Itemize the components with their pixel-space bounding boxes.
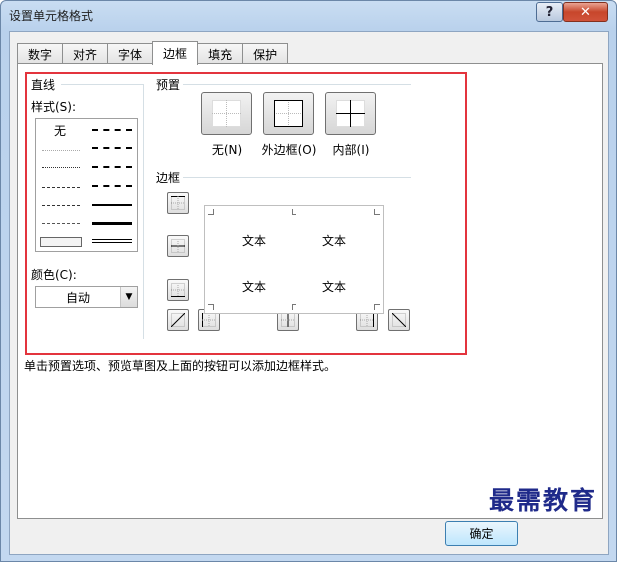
line-style-medium-dash-dot[interactable] xyxy=(92,166,132,168)
preview-text: 文本 xyxy=(322,234,347,248)
preset-inside-icon xyxy=(336,100,365,127)
line-style-hair[interactable] xyxy=(42,150,80,151)
preset-inside-label: 内部(I) xyxy=(332,143,370,157)
border-top-button[interactable] xyxy=(167,192,189,214)
tab-font[interactable]: 字体 xyxy=(107,43,154,64)
line-style-list[interactable]: 无 xyxy=(35,118,138,252)
border-middle-horizontal-button[interactable] xyxy=(167,235,189,257)
border-preview[interactable]: 文本 文本 文本 文本 xyxy=(204,205,384,314)
tab-protection[interactable]: 保护 xyxy=(242,43,289,64)
line-style-selected-thin[interactable] xyxy=(40,237,82,247)
group-divider xyxy=(61,84,143,85)
preset-outline-button[interactable] xyxy=(263,92,314,135)
border-diagonal-up-button[interactable] xyxy=(167,309,189,331)
preview-corner-mark xyxy=(208,304,214,310)
preview-text: 文本 xyxy=(242,234,267,248)
preview-corner-mark xyxy=(292,209,296,215)
close-button[interactable]: ✕ xyxy=(563,2,608,22)
line-color-value: 自动 xyxy=(65,290,90,305)
style-label: 样式(S): xyxy=(31,100,77,114)
help-button[interactable]: ? xyxy=(536,2,563,22)
group-divider xyxy=(143,84,144,339)
border-group-label: 边框 xyxy=(156,171,181,185)
line-style-dotted[interactable] xyxy=(42,167,80,168)
line-style-dash-dot-dot[interactable] xyxy=(42,187,80,188)
border-bottom-button[interactable] xyxy=(167,279,189,301)
dropdown-arrow-icon[interactable]: ▼ xyxy=(120,287,137,307)
preview-text: 文本 xyxy=(322,280,347,294)
tab-border[interactable]: 边框 xyxy=(152,41,199,65)
border-right-icon xyxy=(360,313,374,327)
line-group-label: 直线 xyxy=(31,78,56,92)
border-diagonal-down-button[interactable] xyxy=(388,309,410,331)
tab-alignment[interactable]: 对齐 xyxy=(62,43,109,64)
border-top-icon xyxy=(171,196,185,210)
preset-inside-button[interactable] xyxy=(325,92,376,135)
preview-corner-mark xyxy=(374,304,380,310)
preview-corner-mark xyxy=(208,209,214,215)
preset-outline-icon xyxy=(274,100,303,127)
line-style-thick[interactable] xyxy=(92,222,132,225)
line-style-dash-dot[interactable] xyxy=(42,205,80,206)
color-label: 颜色(C): xyxy=(31,268,77,282)
border-inside-vertical-icon xyxy=(281,313,295,327)
watermark-logo: 最需教育 xyxy=(489,486,598,515)
line-color-select[interactable]: 自动 ▼ xyxy=(35,286,138,308)
preset-none-button[interactable] xyxy=(201,92,252,135)
border-tab-panel: 直线 样式(S): 无 颜色(C): 自动 ▼ 预置 无(N) 外边框(O) 内… xyxy=(17,63,603,519)
tab-number[interactable]: 数字 xyxy=(17,43,64,64)
diagonal-down-icon xyxy=(392,313,406,327)
diagonal-up-icon xyxy=(171,313,185,327)
window-title: 设置单元格格式 xyxy=(9,9,94,23)
group-divider xyxy=(183,84,411,85)
tab-strip: 数字 对齐 字体 边框 填充 保护 xyxy=(17,41,289,65)
dialog-client: 数字 对齐 字体 边框 填充 保护 直线 样式(S): 无 颜色(C): 自动 … xyxy=(9,31,609,555)
dialog-window: 设置单元格格式 ? ✕ 数字 对齐 字体 边框 填充 保护 直线 样式(S): … xyxy=(0,0,617,562)
preset-group-label: 预置 xyxy=(156,78,181,92)
line-style-double[interactable] xyxy=(92,239,132,243)
group-divider xyxy=(183,177,411,178)
preview-corner-mark xyxy=(374,209,380,215)
line-style-slant-dash-dot[interactable] xyxy=(92,147,132,149)
line-style-dashed[interactable] xyxy=(42,223,80,224)
border-bottom-icon xyxy=(171,283,185,297)
preview-text: 文本 xyxy=(242,280,267,294)
line-style-medium-dashed[interactable] xyxy=(92,185,132,187)
border-inside-horizontal-icon xyxy=(171,239,185,253)
ok-button[interactable]: 确定 xyxy=(445,521,518,546)
tab-fill[interactable]: 填充 xyxy=(197,43,244,64)
highlight-box: 直线 样式(S): 无 颜色(C): 自动 ▼ 预置 无(N) 外边框(O) 内… xyxy=(25,72,467,355)
line-style-medium[interactable] xyxy=(92,204,132,206)
hint-text: 单击预置选项、预览草图及上面的按钮可以添加边框样式。 xyxy=(24,359,337,373)
preview-corner-mark xyxy=(292,304,296,310)
border-left-icon xyxy=(202,313,216,327)
preset-none-icon xyxy=(212,100,241,127)
line-style-medium-dash-dot-dot[interactable] xyxy=(92,129,132,131)
title-bar: 设置单元格格式 ? ✕ xyxy=(1,1,616,31)
line-style-none[interactable]: 无 xyxy=(54,122,66,139)
